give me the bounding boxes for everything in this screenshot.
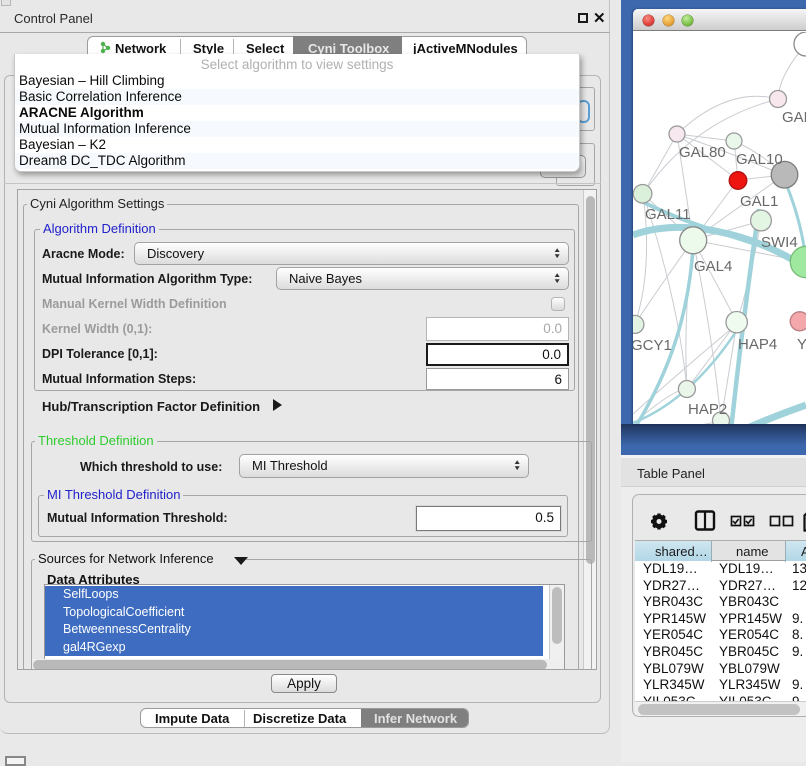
svg-text:HAP4: HAP4 [738,336,777,353]
svg-text:GCY1: GCY1 [633,337,672,354]
svg-text:GAL10: GAL10 [736,151,783,168]
svg-text:SWI4: SWI4 [761,234,798,251]
svg-text:GAL80: GAL80 [679,144,726,161]
svg-text:Y: Y [797,336,806,353]
svg-text:GAL4: GAL4 [694,258,732,275]
svg-text:GAL: GAL [782,109,806,126]
svg-text:HAP2: HAP2 [688,401,727,418]
svg-text:GAL11: GAL11 [645,206,691,223]
svg-text:GAL1: GAL1 [740,193,778,210]
